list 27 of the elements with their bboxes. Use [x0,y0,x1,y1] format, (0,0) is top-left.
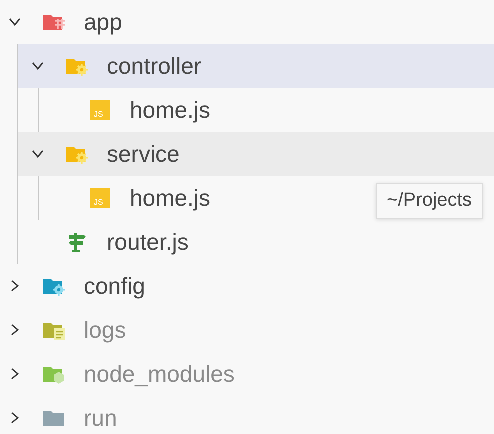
js-file-icon: JS [88,188,112,208]
folder-icon [42,408,66,428]
tree-item[interactable]: router.js [18,220,201,264]
item-label: controller [107,52,202,80]
item-label: node_modules [84,360,235,388]
js-file-icon: JS [88,100,112,120]
folder-gear-icon [42,276,66,296]
item-label: router.js [107,228,189,256]
tree-item[interactable]: service [18,132,494,176]
tree-item[interactable]: config [0,264,158,308]
folder-gear-icon [65,144,89,164]
folder-icon [42,12,66,32]
item-label: service [107,140,180,168]
item-label: home.js [130,96,211,124]
item-label: home.js [130,184,211,212]
tree-item[interactable]: app [0,0,134,44]
tree-item[interactable]: JS home.js [39,88,223,132]
item-label: config [84,272,146,300]
item-label: run [84,404,118,432]
folder-gear-icon [65,56,89,76]
tree-item[interactable]: JS home.js [39,176,223,220]
tooltip: ~/Projects [376,183,484,219]
tree-item[interactable]: controller [18,44,494,88]
folder-hexagon-icon [42,364,66,384]
item-label: app [84,8,122,36]
item-label: logs [84,316,126,344]
folder-document-icon [42,320,66,340]
